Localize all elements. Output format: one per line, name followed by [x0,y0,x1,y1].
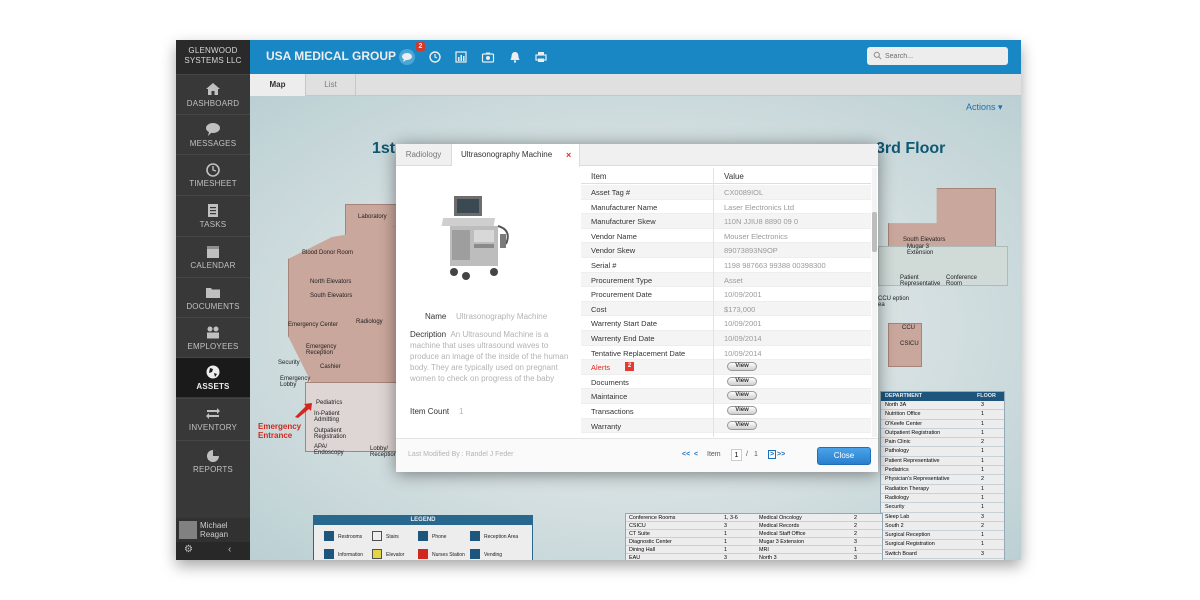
app-window: GLENWOOD SYSTEMS LLC DASHBOARD MESSAGES … [176,40,1021,560]
property-key: Serial # [591,261,617,270]
property-value: $173,000 [724,304,756,314]
property-row: Serial # 1198 987663 99388 00398300 [581,258,871,273]
tab-label: Ultrasonography Machine [461,150,553,159]
item-count-value: 1 [459,407,464,416]
property-value: Laser Electronics Ltd [724,202,795,212]
view-row: Warranty View [581,418,871,434]
property-key: Manufacturer Skew [591,217,656,227]
property-key: Vendor Skew [591,246,636,256]
scrollbar-thumb[interactable] [872,212,877,252]
property-value: Asset [724,275,743,285]
pager-separator: / [746,451,748,458]
property-key: Cost [591,304,607,314]
modal-footer: Last Modified By : Randel J Feder << < I… [396,438,878,472]
item-count-label: Item Count [410,407,450,416]
view-row: Transactions View [581,404,871,419]
property-row: Vendor Name Mouser Electronics [581,229,871,244]
view-button[interactable]: View [727,420,757,430]
property-row: Manufacturer Name Laser Electronics Ltd [581,200,871,215]
view-row: Documents View [581,375,871,390]
last-page-button[interactable]: >> [777,451,785,458]
property-key: Warrenty Start Date [591,319,657,329]
view-alerts-button[interactable]: View [727,362,757,372]
item-column-header: Item [591,172,607,181]
property-row: Warrenty End Date 10/09/2014 [581,331,871,346]
prev-page-button[interactable]: < [694,451,698,458]
property-key: Vendor Name [591,231,637,241]
properties-grid: Asset Tag # CX0089IOL Manufacturer Name Las… [581,185,871,437]
last-modified: Last Modified By : Randel J Feder [408,451,514,458]
property-row: Tentative Replacement Date 10/09/2014 [581,346,871,361]
pager: << < Item / 1 > >> [682,449,802,465]
property-value: 89073893N9OP [724,246,778,256]
property-value: 10/09/2001 [724,319,762,329]
ultrasound-machine-image [441,196,509,280]
asset-detail-modal: Radiology Ultrasonography Machine × Name… [396,144,878,472]
property-row: Manufacturer Skew 110N JJIU8 8890 09 0 [581,214,871,229]
view-row: Maintaince View [581,389,871,404]
property-value: 10/09/2014 [724,348,762,358]
view-button[interactable]: View [727,391,757,401]
page-number-input[interactable] [731,449,742,461]
description: Decription An Ultrasound Machine is a ma… [410,329,570,384]
tab-ultrasonography[interactable]: Ultrasonography Machine × [452,144,580,167]
alerts-row: Alerts 2 View [581,360,871,375]
property-key: Asset Tag # [591,188,631,197]
property-value: 110N JJIU8 8890 09 0 [724,217,799,227]
property-value: 1198 987663 99388 00398300 [724,261,826,270]
property-value: CX0089IOL [724,188,764,197]
property-row: Warrenty Start Date 10/09/2001 [581,316,871,331]
value-column-header: Value [724,172,744,181]
modal-tabs: Radiology Ultrasonography Machine × [396,144,878,167]
first-page-button[interactable]: << [682,451,690,458]
column-divider [713,168,714,437]
property-row: Asset Tag # CX0089IOL [581,185,871,200]
name-label: Name [425,312,447,321]
description-label: Decription [410,330,447,339]
view-row-label: Transactions [591,407,634,416]
close-icon[interactable]: × [566,144,571,166]
alerts-label[interactable]: Alerts [591,363,610,372]
property-row: Procurement Date 10/09/2001 [581,287,871,302]
property-key: Warrenty End Date [591,334,655,343]
view-row-label: Maintaince [591,392,628,402]
property-key: Tentative Replacement Date [591,348,686,358]
view-row-label: Documents [591,377,629,387]
view-button[interactable]: View [727,376,757,386]
property-key: Manufacturer Name [591,202,658,212]
pager-item-label: Item [707,451,721,458]
view-row-label: Warranty [591,421,622,431]
alerts-badge: 2 [625,362,634,372]
close-button[interactable]: Close [817,447,871,465]
next-page-button[interactable]: > [768,450,777,459]
grid-scrollbar[interactable] [872,168,877,437]
property-value: 10/09/2001 [724,290,762,300]
property-row: Cost $173,000 [581,301,871,317]
tab-radiology[interactable]: Radiology [396,144,452,166]
view-button[interactable]: View [727,406,757,415]
property-row: Procurement Type Asset [581,272,871,288]
property-value: 10/09/2014 [724,334,762,343]
property-key: Procurement Date [591,290,652,300]
property-row: Vendor Skew 89073893N9OP [581,243,871,258]
pager-total: 1 [754,451,758,458]
properties-grid-header: Item Value [581,168,871,184]
property-key: Procurement Type [591,275,653,285]
property-value: Mouser Electronics [724,231,788,241]
name-value: Ultrasonography Machine [456,312,548,321]
